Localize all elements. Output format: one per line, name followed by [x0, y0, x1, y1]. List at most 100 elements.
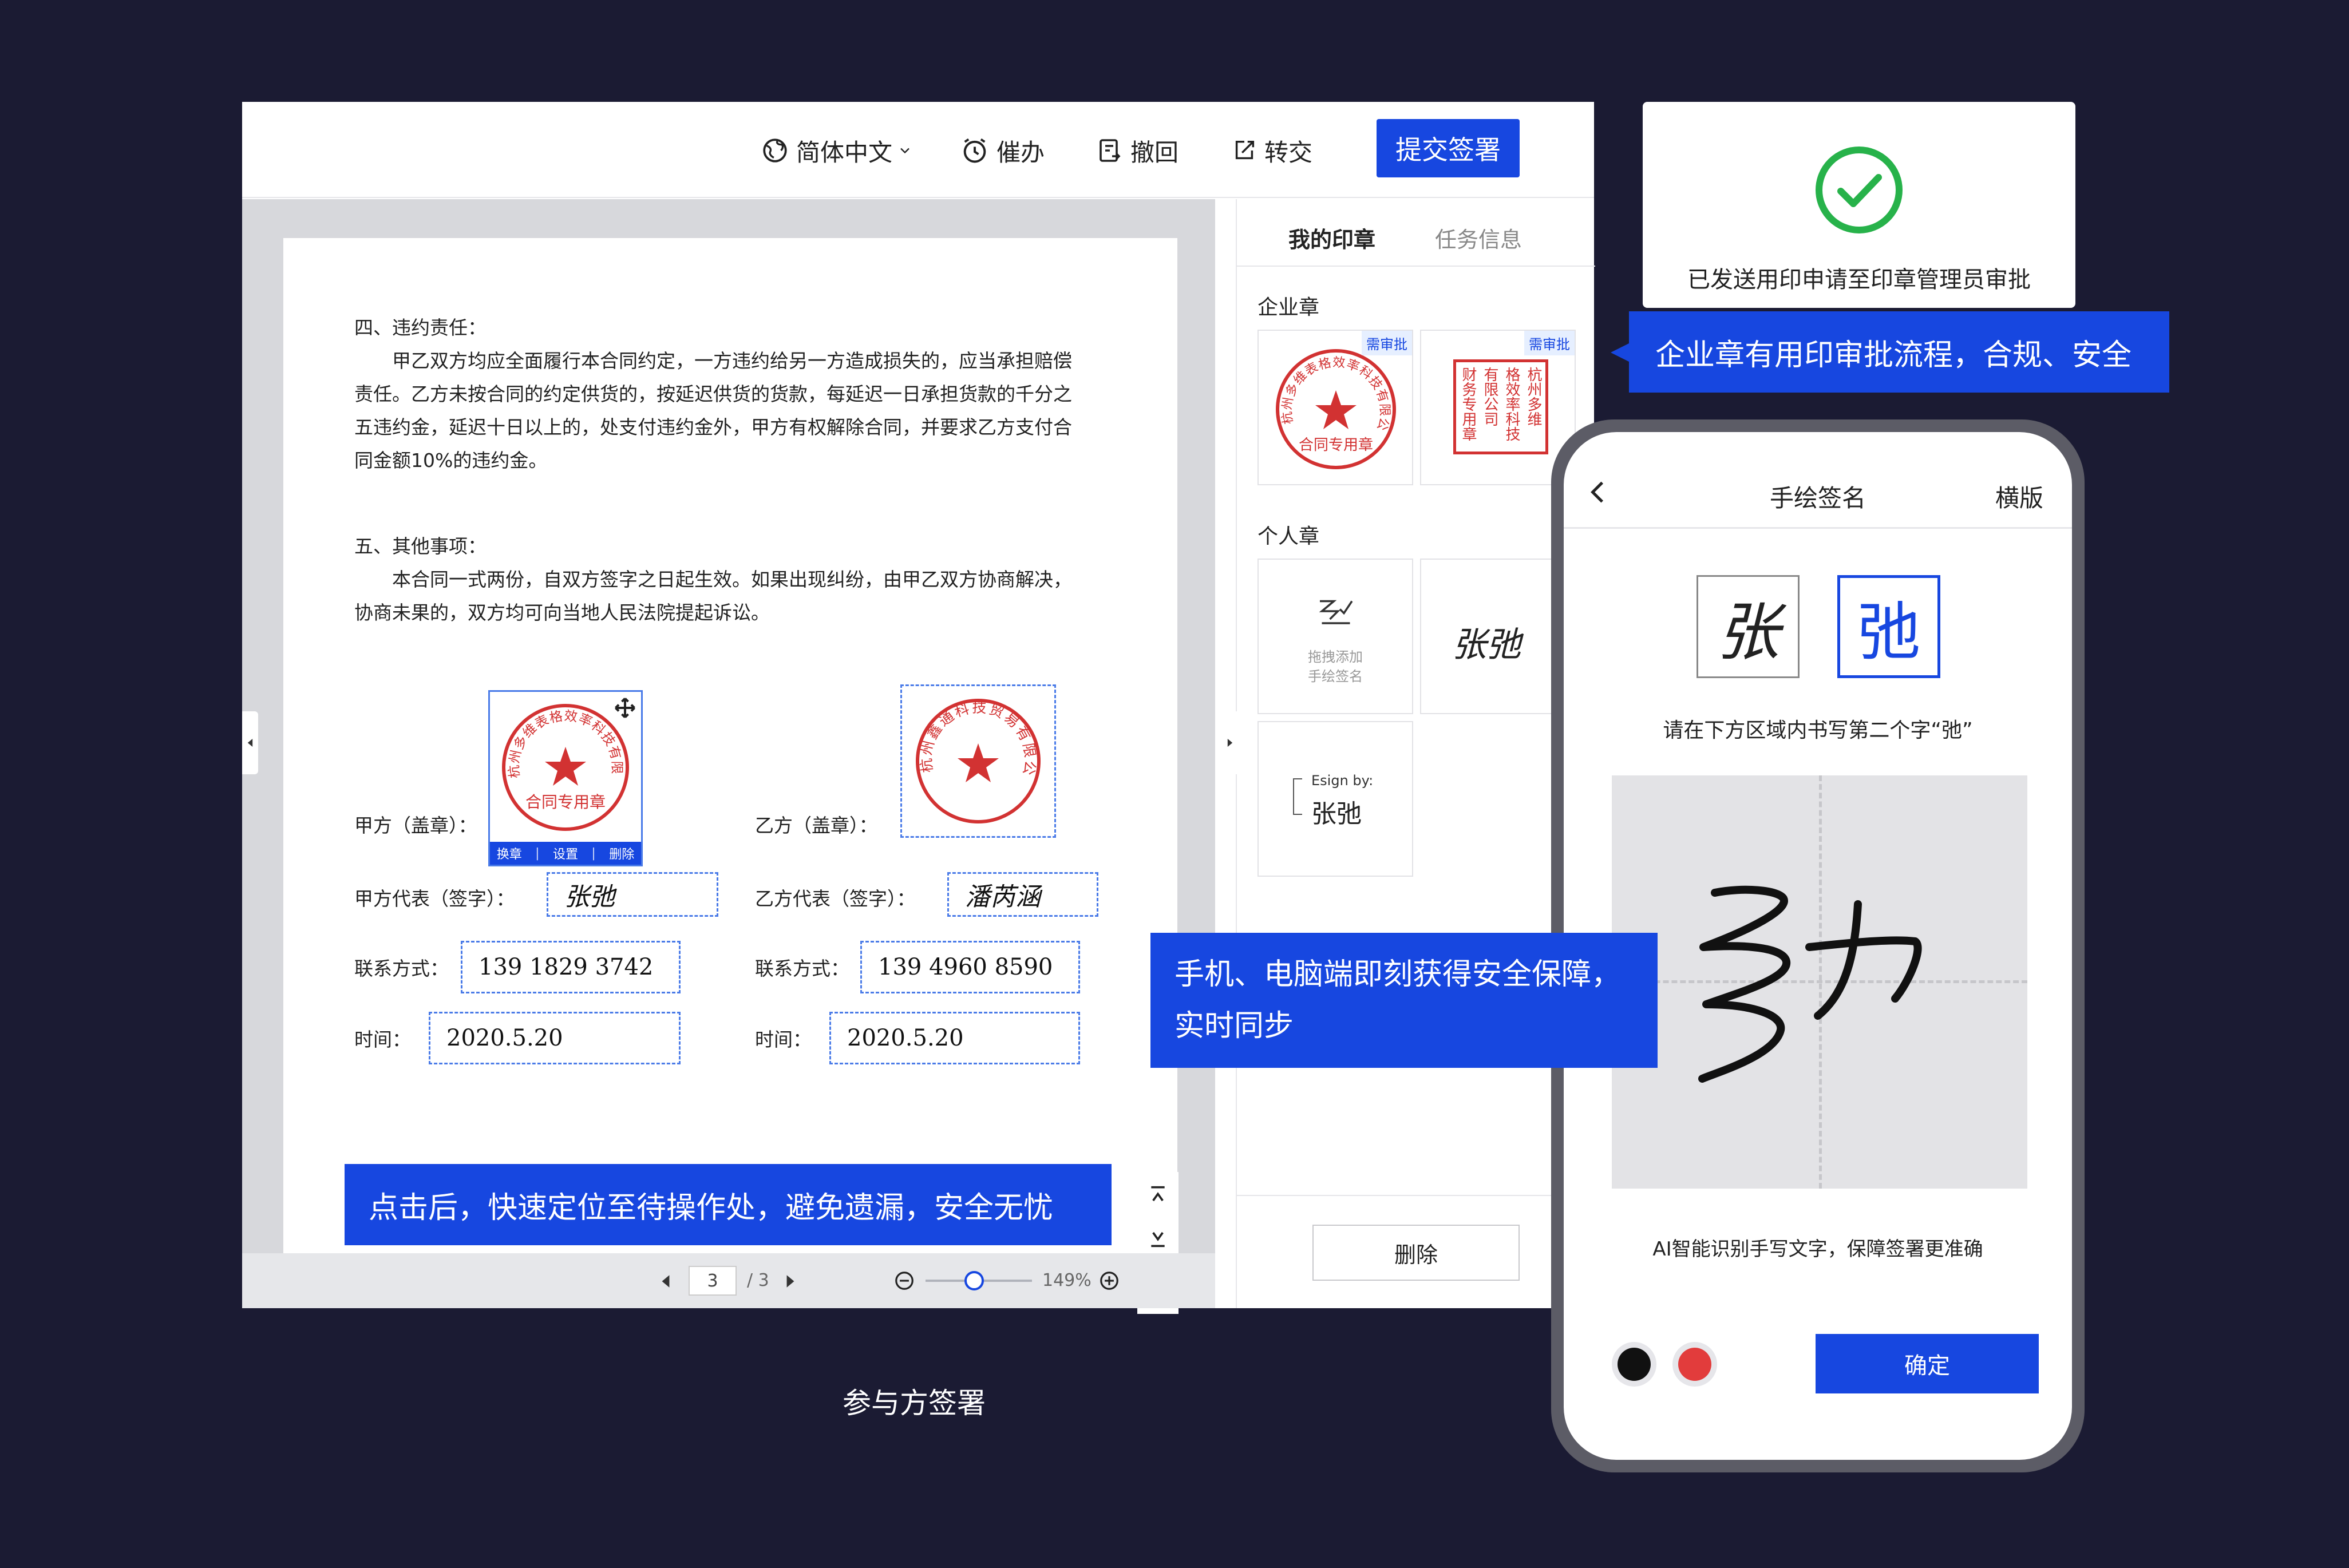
section5-title: 五、其他事项： [354, 535, 487, 557]
withdraw-button[interactable]: 撤回 [1096, 133, 1179, 168]
language-selector[interactable]: 简体中文 [761, 133, 920, 168]
submit-sign-button[interactable]: 提交签署 [1377, 119, 1520, 177]
corp-seal-card[interactable]: 杭州多维表格效率科技有限公司 合同专用章 需审批 [1257, 330, 1413, 485]
add-hand-signature-label: 手绘签名 [1308, 668, 1363, 684]
callout-pointer [1611, 343, 1629, 362]
esign-seal-card[interactable]: Esign by: 张弛 [1257, 721, 1413, 877]
ink-color-red[interactable] [1672, 1342, 1717, 1387]
toolbar: 简体中文 催办 撤回 转交 提交签署 [242, 102, 1594, 198]
panel-bottom-divider [1237, 1195, 1595, 1196]
page-number-input[interactable]: 3 [689, 1266, 737, 1296]
first-pending-icon[interactable] [1146, 1183, 1169, 1206]
change-seal-button[interactable]: 换章 [497, 844, 522, 862]
party-a-time-label: 时间： [354, 1028, 411, 1051]
transfer-button[interactable]: 转交 [1231, 133, 1312, 168]
seal-settings-button[interactable]: 设置 [553, 844, 578, 862]
sync-callout: 手机、电脑端即刻获得安全保障， 实时同步 [1150, 933, 1658, 1068]
zoom-out-icon[interactable] [893, 1270, 915, 1292]
party-a-seal-placed[interactable]: 杭州多维表格效率科技有限公司 合同专用章 换章 | 设置 | 删除 [488, 690, 643, 866]
esign-name: 张弛 [1311, 799, 1362, 829]
desktop-window: 简体中文 催办 撤回 转交 提交签署 四、违约责任： 甲乙双方均应全面履行本合同… [242, 102, 1595, 1314]
move-icon[interactable] [612, 695, 638, 720]
ink-color-black[interactable] [1612, 1342, 1656, 1387]
add-hand-signature-card[interactable]: 拖拽添加 手绘签名 [1257, 559, 1413, 714]
zoom-level: 149% [1042, 1270, 1092, 1290]
party-a-phone-field[interactable]: 139 1829 3742 [461, 941, 681, 993]
divider: | [535, 846, 540, 861]
page-nav-toolbar [1137, 1172, 1179, 1264]
locate-text: 点击后，快速定位至待操作处，避免遗漏，安全无忧 [369, 1190, 1054, 1225]
corp-seal-section-title: 企业章 [1257, 296, 1320, 319]
section4-line: 甲乙双方均应全面履行本合同约定，一方违约给另一方造成损失的，应当承担赔偿 [392, 350, 1072, 372]
party-a-seal-label: 甲方（盖章）： [354, 814, 477, 837]
document-viewer: 四、违约责任： 甲乙双方均应全面履行本合同约定，一方违约给另一方造成损失的，应当… [242, 199, 1215, 1314]
alarm-clock-icon [963, 138, 986, 163]
party-a-date-field[interactable]: 2020.5.20 [429, 1012, 681, 1064]
finance-seal-card[interactable]: 杭州多维 格效率科技 有限公司 财务专用章 需审批 [1420, 330, 1576, 485]
approval-required-badge: 需审批 [1362, 331, 1412, 355]
tab-divider [1237, 266, 1595, 267]
seal-action-bar: 换章 | 设置 | 删除 [490, 842, 641, 865]
divider: | [591, 846, 596, 861]
remind-label: 催办 [996, 138, 1045, 167]
delete-seal-button[interactable]: 删除 [609, 844, 634, 862]
section4-title: 四、违约责任： [354, 316, 487, 339]
handwriting-canvas[interactable] [1612, 775, 2027, 1189]
esign-bracket [1293, 778, 1302, 815]
party-b-phone-field[interactable]: 139 4960 8590 [860, 941, 1080, 993]
section4-line: 责任。乙方未按合同的约定供货的，按延迟供货的货款，每延迟一日承担货款的千分之 [354, 383, 1072, 405]
party-b-rep-label: 乙方代表（签字）： [755, 888, 916, 910]
delete-button[interactable]: 删除 [1312, 1225, 1520, 1281]
prev-page-icon[interactable] [659, 1273, 673, 1290]
char-slot-2-glyph: 弛 [1857, 596, 1920, 669]
tab-my-seals[interactable]: 我的印章 [1288, 222, 1375, 254]
party-b-date-field[interactable]: 2020.5.20 [829, 1012, 1080, 1064]
withdraw-label: 撤回 [1130, 138, 1179, 167]
check-circle-icon [1816, 146, 1903, 233]
sync-text-line: 手机、电脑端即刻获得安全保障， [1174, 957, 1622, 992]
caret-left-icon [247, 739, 253, 747]
party-b-contact-label: 联系方式： [755, 957, 849, 980]
party-b-signature-field[interactable]: 潘芮涵 [947, 872, 1098, 917]
party-b-seal-placed[interactable]: 杭州鑫通科技贸易有限公司 [894, 673, 1056, 838]
next-pending-icon[interactable] [1146, 1227, 1169, 1250]
zoom-slider-thumb[interactable] [964, 1271, 984, 1290]
approval-required-badge: 需审批 [1524, 331, 1575, 355]
section4-line: 同金额10%的违约金。 [354, 449, 548, 472]
next-page-icon[interactable] [784, 1273, 797, 1290]
section4-line: 五违约金，延迟十日以上的，处支付违约金外，甲方有权解除合同，并要求乙方支付合 [354, 416, 1072, 438]
party-a-signature-field[interactable]: 张弛 [547, 872, 718, 917]
pager-bar: 3 / 3 149% [242, 1253, 1215, 1308]
chevron-down-icon [900, 148, 909, 154]
finance-seal-col: 有限公司 [1481, 367, 1498, 426]
party-a-seal-text: 合同专用章 [525, 793, 606, 811]
phone-header-divider [1564, 527, 2072, 529]
remind-button[interactable]: 催办 [960, 133, 1045, 168]
ink-swatch [1618, 1348, 1651, 1381]
approval-flow-callout: 企业章有用印审批流程，合规、安全 [1629, 311, 2169, 393]
withdraw-icon [1100, 139, 1121, 162]
approval-flow-text: 企业章有用印审批流程，合规、安全 [1655, 338, 2132, 373]
document-page: 四、违约责任： 甲乙双方均应全面履行本合同约定，一方违约给另一方造成损失的，应当… [283, 238, 1177, 1254]
write-instruction: 请在下方区域内书写第二个字“弛” [1663, 719, 1973, 742]
zoom-in-icon[interactable] [1098, 1270, 1120, 1292]
party-b-time-label: 时间： [755, 1028, 812, 1051]
collapse-left-handle[interactable] [242, 711, 258, 774]
globe-icon [763, 138, 787, 163]
confirm-button[interactable]: 确定 [1816, 1334, 2039, 1393]
landscape-toggle[interactable]: 横版 [1995, 479, 2043, 514]
tab-task-info[interactable]: 任务信息 [1435, 222, 1522, 254]
char-slot-2-active[interactable]: 弛 [1837, 575, 1940, 678]
ink-swatch [1678, 1348, 1711, 1381]
party-b-seal-label: 乙方（盖章）： [755, 814, 878, 837]
company-seal-stamp: 杭州多维表格效率科技有限公司 合同专用章 [1264, 338, 1396, 469]
handwritten-stroke [1698, 885, 1922, 1083]
zoom-slider[interactable] [926, 1271, 1032, 1290]
char-slot-1[interactable]: 张 [1696, 575, 1800, 678]
party-a-contact-label: 联系方式： [354, 957, 449, 980]
finance-seal-col: 财务专用章 [1460, 367, 1477, 441]
party-a-rep-label: 甲方代表（签字）： [354, 888, 515, 910]
collapse-right-handle[interactable] [1223, 711, 1237, 774]
transfer-label: 转交 [1264, 138, 1313, 167]
section5-line: 协商未果的，双方均可向当地人民法院提起诉讼。 [354, 601, 770, 624]
